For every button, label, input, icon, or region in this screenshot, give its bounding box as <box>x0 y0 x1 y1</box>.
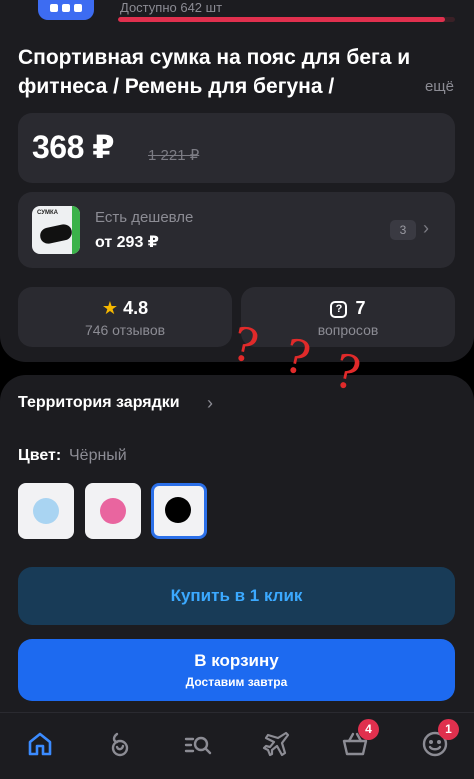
home-icon[interactable] <box>25 729 55 759</box>
color-swatch-pink[interactable] <box>85 483 141 539</box>
chevron-right-icon: › <box>207 393 213 413</box>
profile-notification-badge: 1 <box>438 719 459 740</box>
delivery-label: Доставим завтра <box>185 675 288 689</box>
stock-progress-bar <box>118 17 455 22</box>
bottom-tab-bar: 4 1 <box>0 712 474 779</box>
product-header-card: Доступно 642 шт Спортивная сумка на пояс… <box>0 0 474 362</box>
buy-one-click-button[interactable]: Купить в 1 клик <box>18 567 455 625</box>
stock-progress-fill <box>118 17 445 22</box>
search-icon[interactable] <box>183 729 213 759</box>
cart-count-badge: 4 <box>358 719 379 740</box>
color-swatch-black[interactable] <box>151 483 207 539</box>
catalog-icon[interactable] <box>105 729 135 759</box>
questions-label: вопросов <box>317 322 379 338</box>
thumbnail-caption: СУМКА <box>37 210 58 216</box>
old-price: 1 221 ₽ <box>148 147 200 164</box>
brand-link[interactable]: Территория зарядки <box>18 394 180 412</box>
color-value: Чёрный <box>69 447 127 464</box>
cheaper-price: от 293 ₽ <box>95 234 159 251</box>
star-icon: ★ <box>101 298 119 318</box>
cheaper-offer-thumbnail: СУМКА <box>32 206 80 254</box>
questions-panel[interactable]: ? 7 вопросов <box>241 287 455 347</box>
store-logo-icon[interactable] <box>38 0 94 20</box>
current-price: 368 ₽ <box>32 129 115 165</box>
add-to-cart-button[interactable]: В корзину Доставим завтра <box>18 639 455 701</box>
chevron-right-icon: › <box>423 218 429 238</box>
color-swatch-light-blue[interactable] <box>18 483 74 539</box>
questions-value: 7 <box>355 298 366 318</box>
profile-icon[interactable]: 1 <box>420 719 459 759</box>
swatch-dot <box>33 498 59 524</box>
color-label: Цвет: <box>18 447 62 464</box>
swatch-dot <box>100 498 126 524</box>
rating-value: 4.8 <box>123 298 149 318</box>
rating-panel[interactable]: ★ 4.8 746 отзывов <box>18 287 232 347</box>
cheaper-label: Есть дешевле <box>95 209 194 226</box>
title-more-link[interactable]: ещё <box>425 78 454 95</box>
reviews-count: 746 отзывов <box>84 322 166 338</box>
cheaper-offers-panel[interactable]: СУМКА Есть дешевле от 293 ₽ 3 › <box>18 192 455 268</box>
waist-bag-image <box>38 222 74 246</box>
price-panel: 368 ₽ 1 221 ₽ <box>18 113 455 183</box>
product-title: Спортивная сумка на пояс для бега и фитн… <box>18 46 411 98</box>
question-bubble-icon: ? <box>330 301 348 318</box>
basket-icon[interactable]: 4 <box>340 719 379 759</box>
swatch-dot <box>165 497 191 523</box>
add-to-cart-label: В корзину <box>194 651 279 670</box>
cheaper-count-badge: 3 <box>390 220 416 240</box>
stock-label: Доступно 642 шт <box>120 0 223 15</box>
plane-icon[interactable] <box>262 729 292 759</box>
